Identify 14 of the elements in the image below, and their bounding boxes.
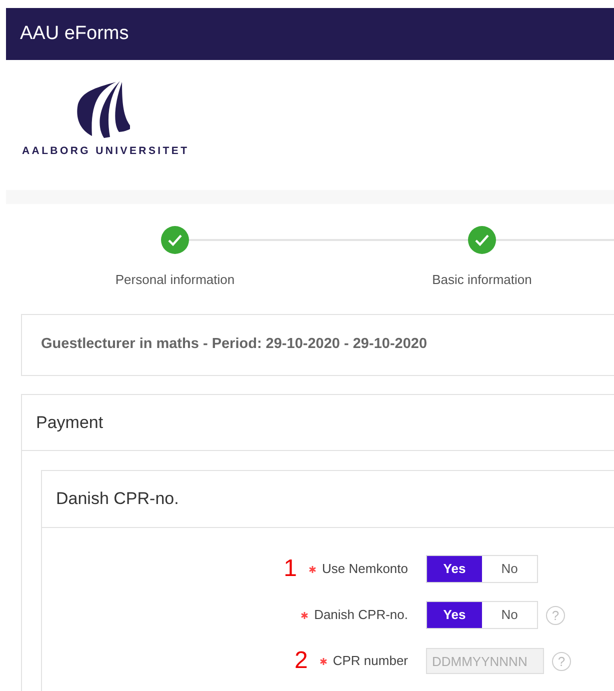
- toggle-option[interactable]: Yes: [427, 556, 482, 582]
- field-label: Use Nemkonto: [322, 560, 408, 578]
- summary-text: Guestlecturer in maths - Period: 29-10-2020 - 29-10-2020: [41, 335, 428, 354]
- field-label: Danish CPR-no.: [314, 606, 408, 624]
- annotation-number: 1: [284, 557, 298, 581]
- field-label: CPR number: [332, 652, 408, 670]
- step-label: Personal information: [115, 271, 235, 289]
- step-label: Basic information: [432, 271, 532, 289]
- panel-title: Danish CPR-no.: [56, 488, 179, 510]
- annotation-number: 2: [294, 649, 308, 673]
- logo-text: AALBORG UNIVERSITET: [22, 144, 190, 159]
- app-title: AAU eForms: [20, 22, 129, 46]
- panel-title: Payment: [36, 412, 104, 434]
- toggle-option[interactable]: Yes: [427, 602, 482, 628]
